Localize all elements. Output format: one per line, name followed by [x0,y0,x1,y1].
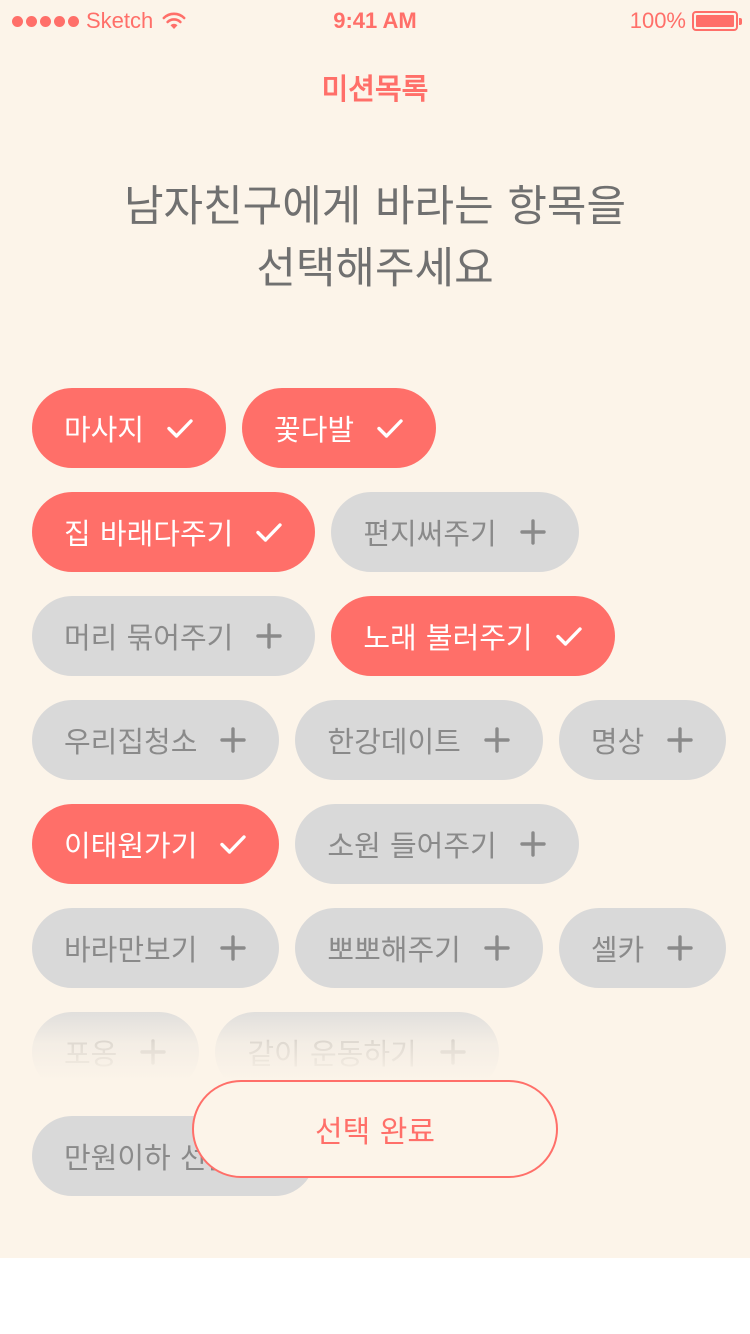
mission-chip[interactable]: 편지써주기 [331,492,579,572]
mission-chip-label: 같이 운동하기 [247,1037,417,1071]
mission-chip-label: 머리 묶어주기 [64,621,234,655]
mission-chip[interactable]: 뽀뽀해주기 [295,908,543,988]
mission-chip[interactable]: 명상 [558,700,727,780]
plus-icon [140,1039,167,1065]
mission-chip[interactable]: 한강데이트 [295,700,543,780]
mission-chip-label: 이태원가기 [64,829,198,863]
plus-icon [520,831,546,857]
mission-chip[interactable]: 이태원가기 [32,804,280,884]
battery-percentage: 100% [629,8,686,33]
mission-chip[interactable]: 꽃다발 [242,388,437,468]
mission-chip-label: 꽃다발 [274,413,355,447]
mission-chip[interactable]: 머리 묶어주기 [32,596,316,676]
mission-chip[interactable]: 셀카 [558,908,727,988]
done-button-label: 선택 완료 [315,1115,435,1150]
mission-chip-label: 뽀뽀해주기 [327,933,461,967]
check-icon [167,419,193,438]
check-icon [220,835,247,854]
mission-chip-label: 노래 불러주기 [363,621,533,655]
check-icon [555,627,582,646]
mission-chip-label: 포옹 [64,1037,118,1071]
plus-icon [220,935,247,961]
nav-title: 미션목록 [321,72,429,106]
plus-icon [520,519,546,545]
page-headline: 남자친구에게 바라는 항목을 선택해주세요 [0,176,750,300]
status-right: 100% [629,8,742,34]
mission-chip-label: 셀카 [590,933,645,967]
headline-line-2: 선택해주세요 [256,244,494,294]
status-bar: Sketch 9:41 AM 100% [0,0,750,40]
mission-chip[interactable]: 우리집청소 [32,700,280,780]
mission-chip[interactable]: 노래 불러주기 [331,596,615,676]
mission-chip[interactable]: 바라만보기 [32,908,280,988]
check-icon [256,523,283,542]
plus-icon [484,727,510,753]
headline-line-1: 남자친구에게 바라는 항목을 [123,182,627,232]
mission-chip[interactable]: 포옹 [32,1012,200,1092]
plus-icon [439,1039,466,1065]
mission-chip[interactable]: 마사지 [32,388,227,468]
mission-chip-label: 편지써주기 [363,517,497,551]
plus-icon [256,623,283,649]
mission-chip-label: 명상 [590,725,645,759]
mission-chip-list: 마사지 꽃다발집 바래다주기 편지써주기머리 묶어주기 노래 불러주기우리집청소 한강데… [32,388,732,1196]
check-icon [377,419,403,438]
mission-chip[interactable]: 소원 들어주기 [295,804,579,884]
plus-icon [220,727,247,753]
mission-chip-label: 한강데이트 [327,725,461,759]
mission-chip[interactable]: 집 바래다주기 [32,492,316,572]
battery-icon [692,11,742,31]
mission-list-screen: Sketch 9:41 AM 100% 미션목록 남자친구에게 바라는 항목을 … [0,0,750,1258]
mission-chip-label: 우리집청소 [64,725,198,759]
plus-icon [667,935,693,961]
plus-icon [667,727,693,753]
plus-icon [484,935,510,961]
mission-chip-label: 마사지 [64,413,145,447]
mission-chip-label: 소원 들어주기 [327,829,497,863]
done-button[interactable]: 선택 완료 [192,1080,558,1178]
mission-chip-label: 집 바래다주기 [64,517,234,551]
mission-chip-label: 바라만보기 [64,933,198,967]
